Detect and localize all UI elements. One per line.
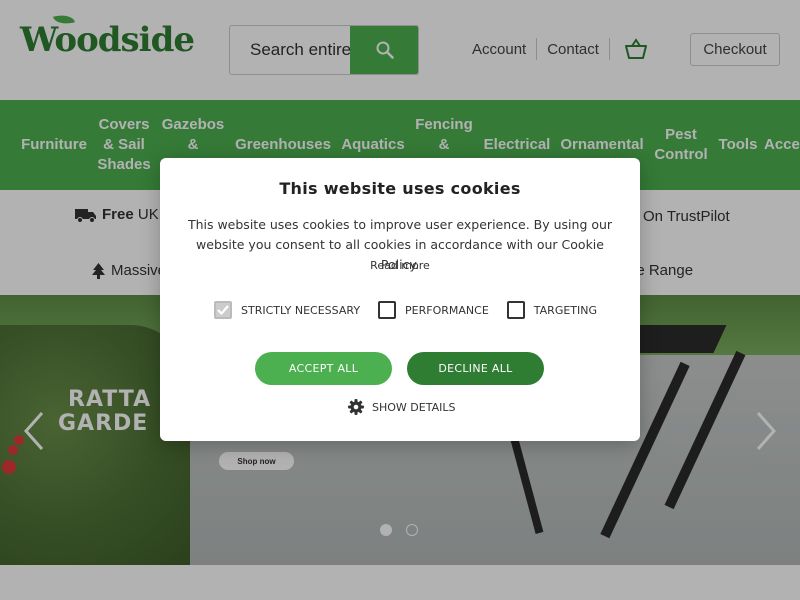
read-more-link[interactable]: Read more xyxy=(160,259,640,272)
performance-checkbox[interactable] xyxy=(378,301,397,319)
checkmark-icon xyxy=(217,305,229,315)
strictly-necessary-checkbox xyxy=(214,301,232,319)
accept-all-button[interactable]: ACCEPT ALL xyxy=(255,352,392,385)
show-details-toggle[interactable]: SHOW DETAILS xyxy=(348,399,455,415)
option-strictly-necessary: STRICTLY NECESSARY xyxy=(214,301,360,319)
targeting-label: TARGETING xyxy=(533,303,598,317)
option-performance[interactable]: PERFORMANCE xyxy=(378,301,489,319)
cookie-consent-dialog: This website uses cookies This website u… xyxy=(160,158,640,441)
targeting-checkbox[interactable] xyxy=(506,301,525,319)
gear-icon xyxy=(348,399,364,415)
performance-label: PERFORMANCE xyxy=(405,303,489,317)
cookie-title: This website uses cookies xyxy=(279,179,521,198)
cookie-options: STRICTLY NECESSARY PERFORMANCE TARGETING xyxy=(214,301,615,319)
show-details-label: SHOW DETAILS xyxy=(372,400,456,414)
decline-all-button[interactable]: DECLINE ALL xyxy=(407,352,544,385)
option-targeting[interactable]: TARGETING xyxy=(506,301,598,319)
strictly-necessary-label: STRICTLY NECESSARY xyxy=(241,303,361,317)
